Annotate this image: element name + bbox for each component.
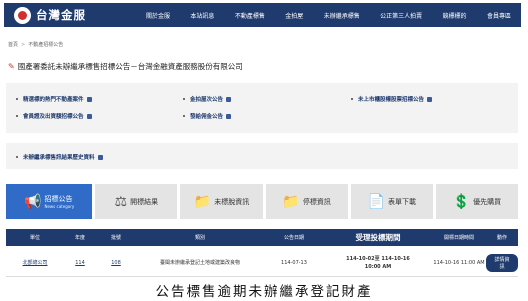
nav-item-auction-house[interactable]: 金拍屋 xyxy=(285,11,303,20)
image-caption: 公告標售逾期未辦繼承登記財產 xyxy=(155,284,373,300)
cell-open-datetime: 114-10-16 11:00 AM xyxy=(433,259,485,266)
nav-item-news[interactable]: 本站訊息 xyxy=(190,11,214,20)
nav-item-bid-items[interactable]: 競標標的 xyxy=(443,11,467,20)
tab-label: 表單下載 xyxy=(388,197,417,206)
link-label: 會員證及出資額招標公告 xyxy=(23,114,84,120)
external-link-icon xyxy=(427,96,433,102)
quick-links-panel: 精選標的熱門不動產案件 會員證及出資額招標公告 金拍屋次公告 發給佣金公告 未上… xyxy=(6,83,518,133)
tab-label-wrap: 招標公告 News category xyxy=(44,194,74,209)
bullet-icon xyxy=(16,115,18,117)
cell-unit[interactable]: 北部總公司 xyxy=(6,259,64,266)
link-membership-bids[interactable]: 會員證及出資額招標公告 xyxy=(16,112,92,120)
bullet-icon xyxy=(16,156,18,158)
folder-icon: 📁 xyxy=(282,193,300,210)
cell-category: 臺閩未辦繼承登記土地或建築改良物 xyxy=(159,260,240,266)
tab-label: 未標脫資訊 xyxy=(214,197,250,206)
table-header: 單位 年度 批號 類別 公告日期 受理投標期間 開標日期時間 動作 xyxy=(6,229,518,246)
col-category: 類別 xyxy=(194,235,205,241)
col-year: 年度 xyxy=(74,235,85,241)
tab-bid-notice[interactable]: 📢 招標公告 News category xyxy=(6,184,93,219)
logo-text: 台灣金服 xyxy=(36,8,86,22)
tab-unsold-info[interactable]: 📁 未標脫資訊 xyxy=(180,184,263,219)
link-label: 未上市櫃股權股票招標公告 xyxy=(358,97,425,103)
nav-item-inheritance-sale[interactable]: 未辦繼承標售 xyxy=(324,11,360,20)
table-row: 北部總公司 114 108 臺閩未辦繼承登記土地或建築改良物 114-07-13… xyxy=(6,249,518,277)
bid-period-dates: 114-10-02至 114-10-16 xyxy=(346,255,410,262)
link-label: 精選標的熱門不動產案件 xyxy=(23,97,84,103)
folder-icon: 📁 xyxy=(193,193,212,210)
link-unlisted-stock[interactable]: 未上市櫃股權股票招標公告 xyxy=(351,95,433,103)
nav-item-real-estate-sale[interactable]: 不動產標售 xyxy=(235,11,265,20)
external-link-icon xyxy=(226,96,232,102)
link-label: 未辦繼承標售訊結果歷史資料 xyxy=(23,155,95,161)
col-unit: 單位 xyxy=(29,235,40,241)
col-notice-date: 公告日期 xyxy=(283,235,304,241)
logo-icon xyxy=(14,6,31,24)
tab-label: 開標結果 xyxy=(130,197,159,206)
page-title: ✎ 國產署委託未辦繼承標售招標公告－台灣金融資產服務股份有限公司 xyxy=(8,61,243,72)
bullet-icon xyxy=(183,115,185,117)
dollar-icon: 💲 xyxy=(452,193,471,210)
link-featured-properties[interactable]: 精選標的熱門不動產案件 xyxy=(16,95,92,103)
site-logo[interactable]: 台灣金服 xyxy=(14,6,126,24)
external-link-icon xyxy=(226,113,232,119)
col-open-datetime: 開標日期時間 xyxy=(443,235,474,241)
tab-form-download[interactable]: 📄 表單下載 xyxy=(350,184,433,219)
link-label: 金拍屋次公告 xyxy=(190,97,224,103)
tab-suspended-info[interactable]: 📁 停標資訊 xyxy=(265,184,348,219)
nav-item-member-area[interactable]: 會員專區 xyxy=(487,11,511,20)
breadcrumb-home[interactable]: 首頁 xyxy=(8,42,18,48)
cell-notice-date: 114-07-13 xyxy=(281,259,307,266)
details-button[interactable]: 詳情資訊 xyxy=(486,253,518,272)
cell-action: 詳情資訊 xyxy=(486,253,518,272)
cell-year[interactable]: 114 xyxy=(64,260,96,266)
cell-batch[interactable]: 108 xyxy=(96,260,136,266)
col-action: 動作 xyxy=(496,235,507,241)
cell-bid-period: 114-10-02至 114-10-16 10:00 AM xyxy=(324,255,432,271)
page-title-text: 國產署委託未辦繼承標售招標公告－台灣金融資產服務股份有限公司 xyxy=(17,62,243,71)
breadcrumb: 首頁 > 不動產招標公告 xyxy=(8,41,63,48)
bullet-icon xyxy=(351,98,353,100)
link-label: 發給佣金公告 xyxy=(190,114,224,120)
link-commission-notice[interactable]: 發給佣金公告 xyxy=(183,112,232,120)
external-link-icon xyxy=(86,113,92,119)
document-icon: 📄 xyxy=(367,193,386,210)
tab-label: 招標公告 xyxy=(44,195,73,203)
category-tabs: 📢 招標公告 News category ⚖ 開標結果 📁 未標脫資訊 📁 停標資… xyxy=(6,184,519,219)
top-nav-bar: 台灣金服 關於金服 本站訊息 不動產標售 金拍屋 未辦繼承標售 公正第三人拍賣 … xyxy=(4,3,521,27)
breadcrumb-separator: > xyxy=(21,42,26,48)
col-bid-period: 受理投標期間 xyxy=(355,233,401,242)
external-link-icon xyxy=(97,154,103,160)
tab-sublabel: News category xyxy=(44,204,75,209)
bullet-icon xyxy=(183,98,185,100)
pin-icon: ✎ xyxy=(8,62,15,71)
breadcrumb-current[interactable]: 不動產招標公告 xyxy=(28,42,63,48)
gavel-icon: ⚖ xyxy=(114,193,128,210)
history-panel: 未辦繼承標售訊結果歷史資料 xyxy=(6,143,518,169)
tab-label: 優先購買 xyxy=(473,197,502,206)
external-link-icon xyxy=(86,96,92,102)
col-batch: 批號 xyxy=(110,235,121,241)
main-nav: 關於金服 本站訊息 不動產標售 金拍屋 未辦繼承標售 公正第三人拍賣 競標標的 … xyxy=(126,11,521,20)
tab-bid-results[interactable]: ⚖ 開標結果 xyxy=(95,184,178,219)
bid-period-time: 10:00 AM xyxy=(364,263,392,270)
bullet-icon xyxy=(16,98,18,100)
nav-item-about[interactable]: 關於金服 xyxy=(146,11,170,20)
tab-label: 停標資訊 xyxy=(302,197,331,206)
link-history-results[interactable]: 未辦繼承標售訊結果歷史資料 xyxy=(16,153,103,161)
tab-priority-purchase[interactable]: 💲 優先購買 xyxy=(435,184,519,219)
megaphone-icon: 📢 xyxy=(24,193,42,210)
nav-item-third-party-auction[interactable]: 公正第三人拍賣 xyxy=(380,11,422,20)
link-auction-notice[interactable]: 金拍屋次公告 xyxy=(183,95,232,103)
